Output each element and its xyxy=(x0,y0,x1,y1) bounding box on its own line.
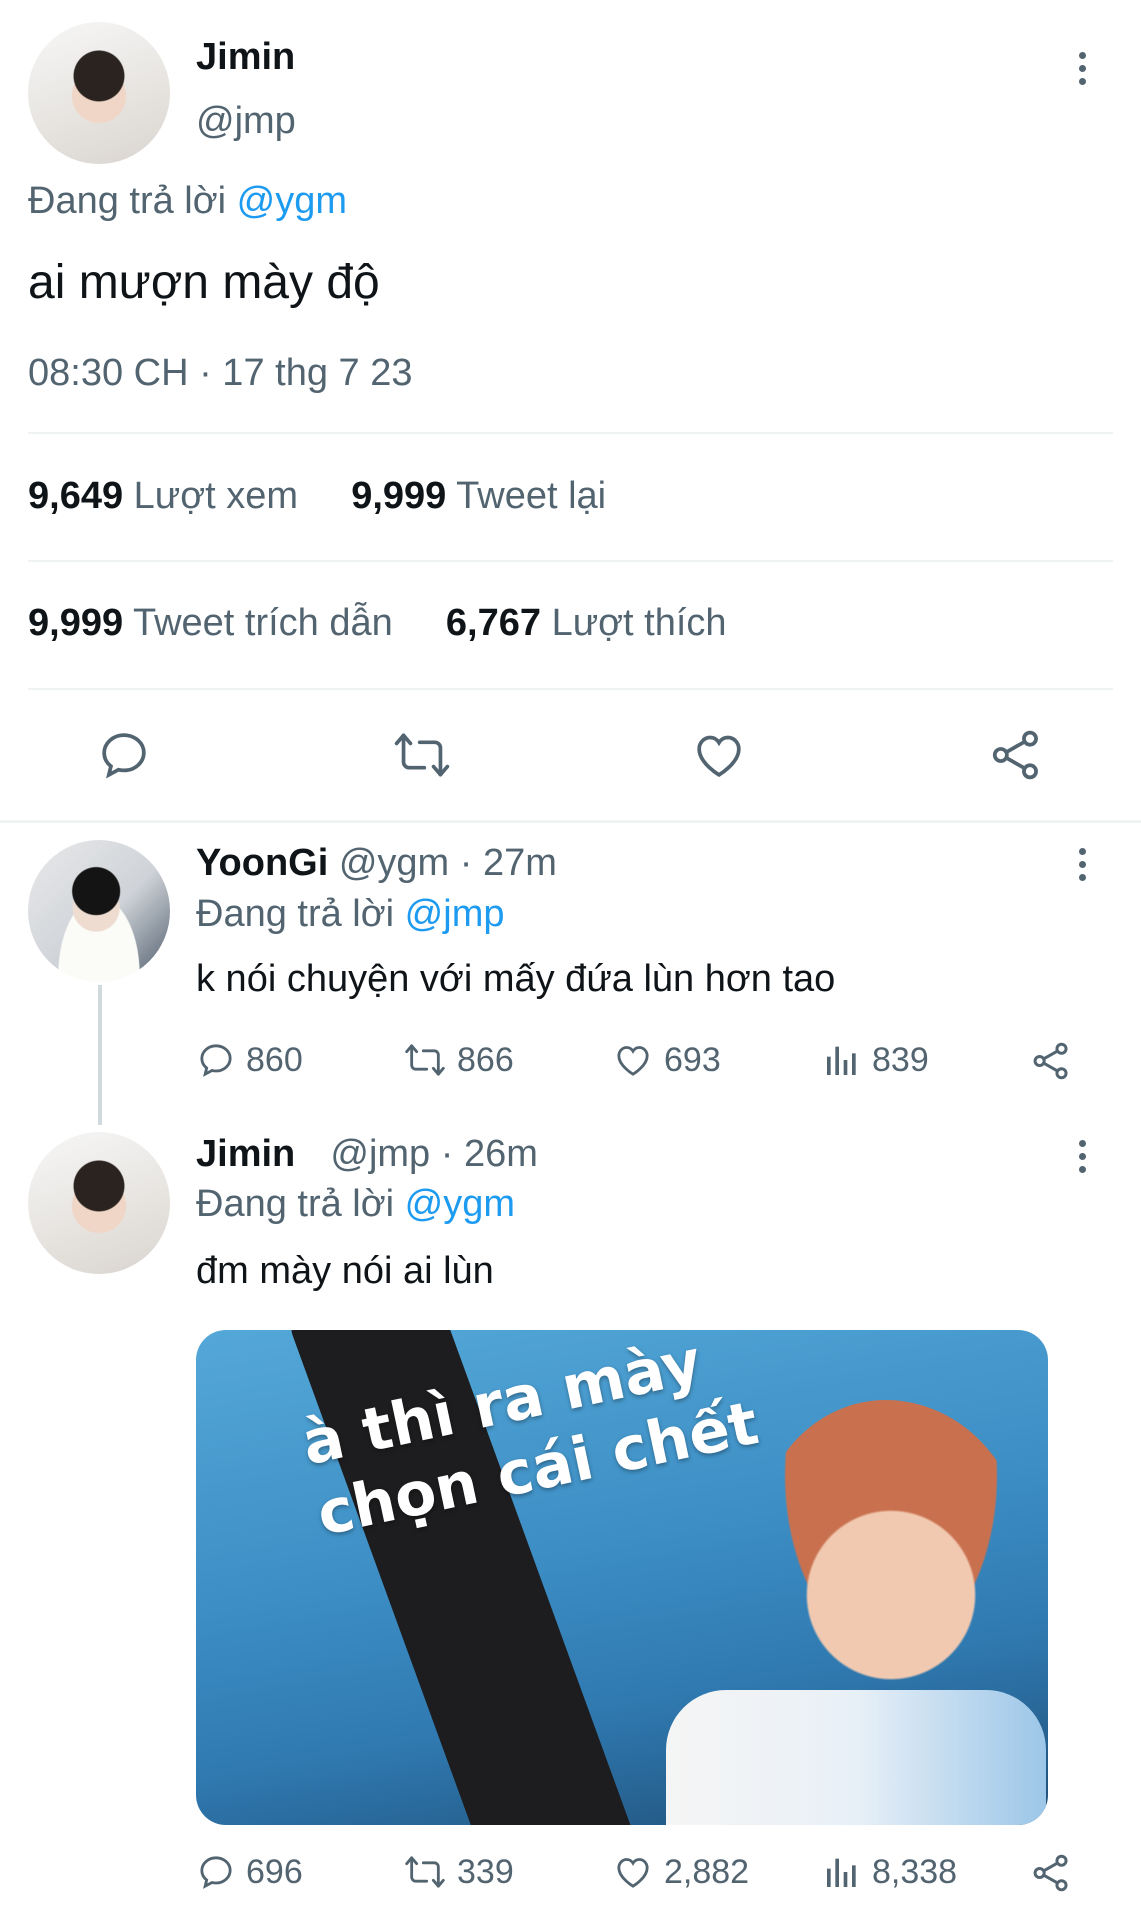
like-action[interactable]: 693 xyxy=(612,1040,721,1080)
tweet-text: k nói chuyện với mấy đứa lùn hơn tao xyxy=(196,958,836,1000)
quotes-stat[interactable]: 9,999 Tweet trích dẫn xyxy=(28,602,393,644)
reply-icon xyxy=(200,1044,232,1077)
share-icon[interactable] xyxy=(1030,1040,1072,1082)
replying-prefix: Đang trả lời xyxy=(28,180,227,222)
stats-row-1: 9,649 Lượt xem 9,999 Tweet lại xyxy=(28,475,606,518)
reply-time[interactable]: · 27m xyxy=(460,842,557,884)
stats-row-2: 9,999 Tweet trích dẫn 6,767 Lượt thích xyxy=(28,602,727,645)
retweets-label: Tweet lại xyxy=(456,475,607,517)
handle[interactable]: @jmp xyxy=(196,100,296,143)
view-count: 8,338 xyxy=(872,1852,958,1891)
like-count: 693 xyxy=(664,1040,721,1079)
views-count: 9,649 xyxy=(28,475,124,517)
quotes-count: 9,999 xyxy=(28,602,124,644)
more-options-icon[interactable] xyxy=(1074,1140,1090,1179)
replying-to: Đang trả lời @jmp xyxy=(196,893,504,936)
tweet-text: đm mày nói ai lùn xyxy=(196,1250,494,1292)
handle[interactable]: @jmp xyxy=(330,1133,430,1175)
display-name[interactable]: Jimin xyxy=(196,1133,295,1175)
replying-to-link[interactable]: @ygm xyxy=(405,1183,515,1225)
reply-header: YoonGi @ygm · 27m xyxy=(196,842,557,885)
divider xyxy=(28,560,1113,562)
more-options-icon[interactable] xyxy=(1074,52,1090,91)
divider xyxy=(28,688,1113,690)
handle[interactable]: @ygm xyxy=(339,842,449,884)
like-icon[interactable] xyxy=(690,727,748,783)
reply-action[interactable]: 696 xyxy=(196,1852,303,1892)
section-divider xyxy=(0,820,1141,823)
replying-to: Đang trả lời @ygm xyxy=(28,180,347,223)
retweet-icon[interactable] xyxy=(392,727,452,783)
views-action[interactable]: 8,338 xyxy=(822,1852,957,1892)
likes-stat[interactable]: 6,767 Lượt thích xyxy=(446,602,727,644)
replying-to-link[interactable]: @ygm xyxy=(237,180,347,222)
reply-action[interactable]: 860 xyxy=(196,1040,303,1080)
retweet-count: 866 xyxy=(457,1040,514,1079)
replying-to: Đang trả lời @ygm xyxy=(196,1183,515,1226)
tweet-text: ai mượn mày độ xyxy=(28,256,380,309)
like-icon xyxy=(617,1046,649,1076)
likes-label: Lượt thích xyxy=(551,602,727,644)
share-icon[interactable] xyxy=(988,727,1044,783)
reply-count: 696 xyxy=(246,1852,303,1891)
display-name[interactable]: Jimin xyxy=(196,36,295,79)
replying-prefix: Đang trả lời xyxy=(196,893,395,935)
reply-icon xyxy=(200,1856,232,1889)
more-options-icon[interactable] xyxy=(1074,848,1090,887)
image-figure xyxy=(756,1400,1026,1700)
tweet-media-image[interactable]: à thì ra mày chọn cái chết xyxy=(196,1330,1048,1825)
views-action[interactable]: 839 xyxy=(822,1040,929,1080)
like-count: 2,882 xyxy=(664,1852,750,1891)
reply-time[interactable]: · 26m xyxy=(441,1133,538,1175)
retweets-count: 9,999 xyxy=(351,475,447,517)
tweet-timestamp[interactable]: 08:30 CH · 17 thg 7 23 xyxy=(28,352,412,395)
divider xyxy=(28,432,1113,434)
replying-prefix: Đang trả lời xyxy=(196,1183,395,1225)
view-count: 839 xyxy=(872,1040,929,1079)
reply-count: 860 xyxy=(246,1040,303,1079)
retweet-action[interactable]: 339 xyxy=(403,1852,514,1892)
reply-icon[interactable] xyxy=(96,727,152,783)
replying-to-link[interactable]: @jmp xyxy=(405,893,505,935)
quotes-label: Tweet trích dẫn xyxy=(132,602,393,644)
like-icon xyxy=(617,1858,649,1888)
retweet-count: 339 xyxy=(457,1852,514,1891)
share-icon[interactable] xyxy=(1030,1852,1072,1894)
views-icon xyxy=(827,1046,856,1075)
like-action[interactable]: 2,882 xyxy=(612,1852,749,1892)
avatar[interactable] xyxy=(28,1132,170,1274)
views-stat[interactable]: 9,649 Lượt xem xyxy=(28,475,298,517)
views-icon xyxy=(827,1858,856,1887)
retweet-action[interactable]: 866 xyxy=(403,1040,514,1080)
thread-line xyxy=(98,985,102,1125)
likes-count: 6,767 xyxy=(445,602,541,644)
retweet-icon xyxy=(405,1856,445,1888)
reply-header: Jimin @jmp · 26m xyxy=(196,1133,538,1176)
retweet-icon xyxy=(405,1044,445,1076)
avatar[interactable] xyxy=(28,840,170,982)
display-name[interactable]: YoonGi xyxy=(196,842,328,884)
image-figure xyxy=(666,1690,1046,1825)
retweets-stat[interactable]: 9,999 Tweet lại xyxy=(351,475,606,517)
views-label: Lượt xem xyxy=(133,475,299,517)
avatar[interactable] xyxy=(28,22,170,164)
